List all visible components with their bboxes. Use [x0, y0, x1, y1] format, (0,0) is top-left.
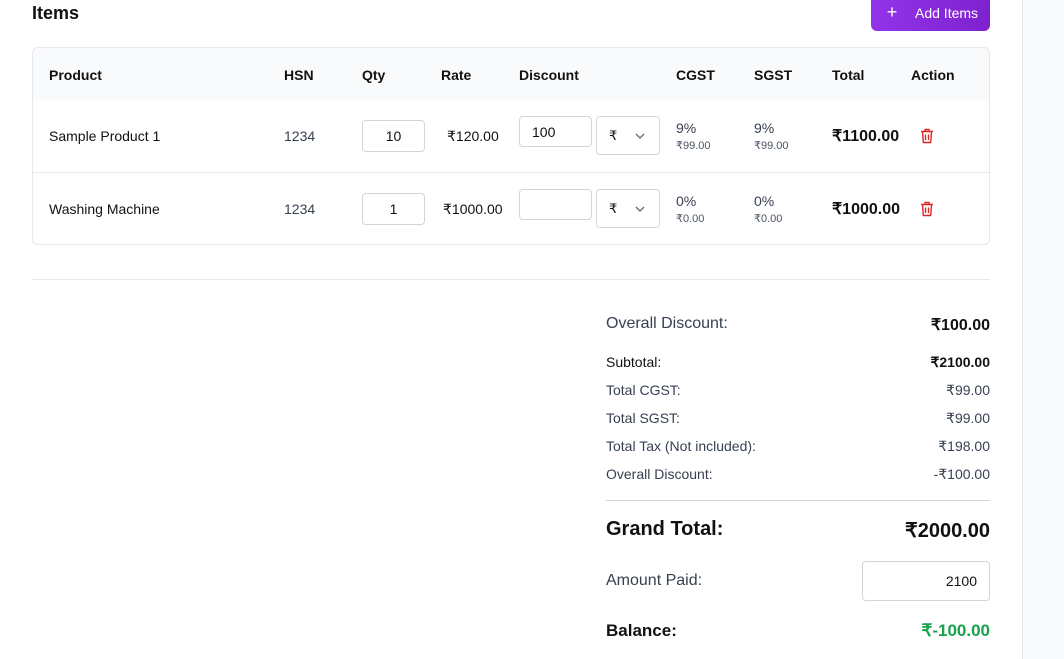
- section-divider: [32, 279, 990, 280]
- trash-icon[interactable]: [920, 128, 934, 144]
- balance-value: ₹-100.00: [921, 621, 990, 640]
- column-header-rate: Rate: [441, 67, 472, 83]
- amount-paid-input[interactable]: [862, 561, 990, 601]
- chevron-down-icon: [635, 206, 645, 213]
- invoice-items-page: Items + Add Items Product HSN Qty Rate D…: [0, 0, 1064, 659]
- column-header-hsn: HSN: [284, 67, 314, 83]
- table-row: Washing Machine 1234 ₹1000.00 ₹ 0% ₹0.00…: [33, 173, 989, 244]
- discount-line-value: -₹100.00: [933, 466, 990, 482]
- grand-total-value: ₹2000.00: [904, 520, 990, 542]
- line-total: ₹1000.00: [832, 201, 901, 218]
- column-header-sgst: SGST: [754, 67, 793, 83]
- product-name: Sample Product 1: [49, 128, 161, 144]
- sgst-percent: 0%: [754, 193, 775, 209]
- amount-paid-label: Amount Paid:: [606, 572, 703, 589]
- column-header-cgst: CGST: [676, 67, 715, 83]
- discount-type-select[interactable]: ₹: [596, 189, 660, 228]
- line-total: ₹1100.00: [832, 128, 900, 145]
- overall-discount-label: Overall Discount:: [606, 315, 728, 332]
- qty-input[interactable]: [362, 193, 425, 225]
- total-sgst-value: ₹99.00: [946, 410, 990, 426]
- overall-discount-value: ₹100.00: [930, 317, 990, 334]
- subtotal-value: ₹2100.00: [930, 354, 990, 370]
- add-items-button[interactable]: + Add Items: [871, 0, 990, 31]
- total-cgst-value: ₹99.00: [946, 382, 990, 398]
- discount-type-select[interactable]: ₹: [596, 116, 660, 155]
- column-header-discount: Discount: [519, 67, 579, 83]
- rate-value: ₹120.00: [447, 128, 499, 144]
- sgst-amount: ₹99.00: [754, 140, 789, 152]
- rate-value: ₹1000.00: [443, 201, 503, 217]
- total-cgst-label: Total CGST:: [606, 382, 681, 398]
- table-header: Product HSN Qty Rate Discount CGST SGST …: [33, 48, 989, 100]
- qty-input[interactable]: [362, 120, 425, 152]
- plus-icon: +: [886, 1, 898, 22]
- discount-type-value: ₹: [609, 128, 618, 143]
- cgst-amount: ₹99.00: [676, 140, 711, 152]
- items-section-title: Items: [32, 3, 80, 23]
- balance-label: Balance:: [606, 621, 677, 640]
- column-header-total: Total: [832, 67, 865, 83]
- table-row: Sample Product 1 1234 ₹120.00 ₹ 9% ₹99.0…: [33, 100, 989, 173]
- column-header-product: Product: [49, 67, 102, 83]
- cgst-percent: 0%: [676, 193, 697, 209]
- chevron-down-icon: [635, 133, 645, 140]
- summary-divider: [606, 500, 990, 501]
- total-sgst-label: Total SGST:: [606, 410, 680, 426]
- total-tax-value: ₹198.00: [938, 438, 990, 454]
- total-tax-label: Total Tax (Not included):: [606, 438, 756, 454]
- discount-line-label: Overall Discount:: [606, 466, 713, 482]
- cgst-percent: 9%: [676, 120, 697, 136]
- hsn-code: 1234: [284, 201, 316, 217]
- sgst-amount: ₹0.00: [754, 213, 783, 225]
- items-table: Product HSN Qty Rate Discount CGST SGST …: [32, 47, 990, 245]
- hsn-code: 1234: [284, 128, 316, 144]
- discount-input[interactable]: [519, 189, 592, 220]
- column-header-qty: Qty: [362, 67, 386, 83]
- grand-total-label: Grand Total:: [606, 518, 724, 540]
- product-name: Washing Machine: [49, 201, 160, 217]
- discount-input[interactable]: [519, 116, 592, 147]
- add-items-label: Add Items: [915, 4, 979, 21]
- subtotal-label: Subtotal:: [606, 354, 662, 370]
- sgst-percent: 9%: [754, 120, 775, 136]
- right-gutter: [1023, 0, 1064, 659]
- column-header-action: Action: [911, 67, 955, 83]
- discount-type-value: ₹: [609, 201, 618, 216]
- cgst-amount: ₹0.00: [676, 213, 705, 225]
- trash-icon[interactable]: [920, 201, 934, 217]
